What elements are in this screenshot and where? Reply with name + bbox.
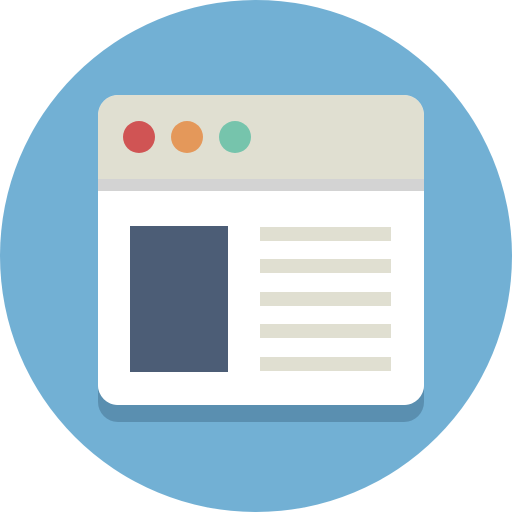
maximize-dot-icon — [219, 121, 251, 153]
window-titlebar — [98, 95, 424, 179]
text-line — [260, 324, 391, 338]
browser-window-illustration — [0, 0, 512, 512]
titlebar-divider — [98, 179, 424, 191]
close-dot-icon — [123, 121, 155, 153]
text-line — [260, 227, 391, 241]
image-placeholder — [130, 226, 228, 372]
minimize-dot-icon — [171, 121, 203, 153]
text-line — [260, 259, 391, 273]
text-line — [260, 292, 391, 306]
text-line — [260, 357, 391, 371]
